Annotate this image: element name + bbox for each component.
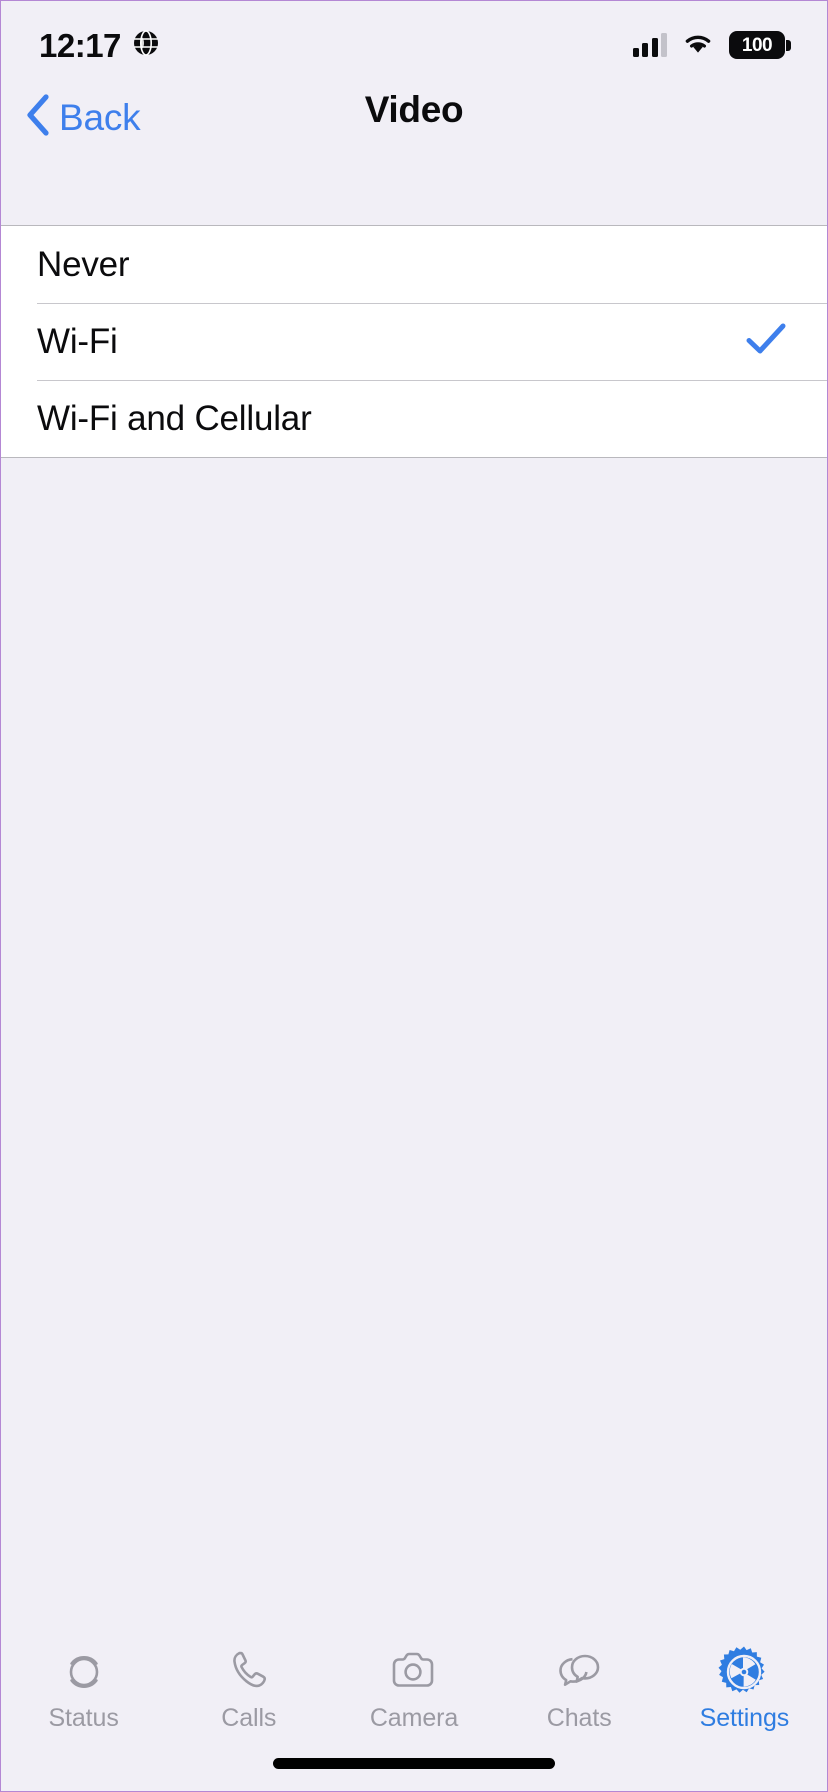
phone-screen: 12:17 100 Back Video Never Wi-Fi Wi-Fi a… bbox=[0, 0, 828, 1792]
option-label: Never bbox=[37, 245, 130, 284]
list-item[interactable]: Wi-Fi and Cellular bbox=[1, 380, 827, 457]
tab-label: Settings bbox=[699, 1704, 790, 1732]
home-indicator[interactable] bbox=[273, 1758, 555, 1769]
tab-chats[interactable]: Chats bbox=[497, 1645, 662, 1731]
gear-icon bbox=[716, 1645, 772, 1699]
tab-status[interactable]: Status bbox=[1, 1645, 166, 1731]
option-label: Wi-Fi bbox=[37, 322, 118, 361]
battery-level-text: 100 bbox=[741, 34, 773, 56]
option-label: Wi-Fi and Cellular bbox=[37, 399, 312, 438]
tab-settings[interactable]: Settings bbox=[662, 1645, 827, 1731]
options-list: Never Wi-Fi Wi-Fi and Cellular bbox=[1, 225, 827, 458]
tab-calls[interactable]: Calls bbox=[166, 1645, 331, 1731]
chat-bubbles-icon bbox=[552, 1645, 606, 1699]
status-bar-right: 100 bbox=[632, 30, 791, 60]
tab-label: Camera bbox=[369, 1704, 459, 1732]
status-bar-left: 12:17 bbox=[39, 29, 160, 62]
status-bar-clock: 12:17 bbox=[39, 26, 121, 64]
list-item[interactable]: Wi-Fi bbox=[1, 303, 827, 380]
page-title: Video bbox=[364, 89, 464, 130]
list-item[interactable]: Never bbox=[1, 226, 827, 303]
phone-icon bbox=[223, 1645, 275, 1699]
tab-label: Status bbox=[48, 1704, 119, 1732]
status-rings-icon bbox=[58, 1645, 110, 1699]
checkmark-icon bbox=[745, 322, 787, 361]
battery-icon: 100 bbox=[729, 31, 791, 59]
wifi-icon bbox=[681, 30, 715, 60]
camera-icon bbox=[387, 1645, 441, 1699]
navigation-bar: Back Video bbox=[1, 89, 827, 225]
cellular-signal-icon bbox=[632, 33, 667, 57]
tab-label: Chats bbox=[546, 1704, 612, 1732]
status-bar: 12:17 100 bbox=[1, 1, 827, 89]
tab-label: Calls bbox=[221, 1704, 277, 1732]
globe-icon bbox=[132, 29, 160, 62]
tab-camera[interactable]: Camera bbox=[331, 1645, 496, 1731]
